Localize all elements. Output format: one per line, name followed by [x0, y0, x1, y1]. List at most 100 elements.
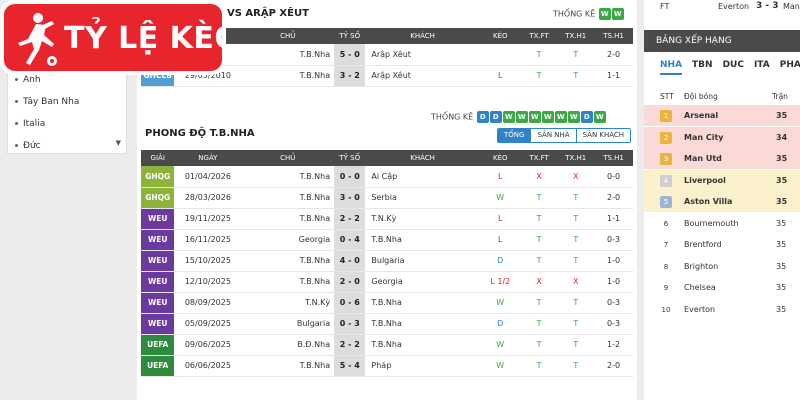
away-team[interactable]: T.B.Nha	[365, 292, 480, 314]
home-team[interactable]: T.B.Nha	[241, 271, 335, 293]
match-score[interactable]: 3 - 2	[334, 65, 366, 87]
home-team[interactable]: T.N.Kỳ	[241, 292, 335, 314]
match-score[interactable]: 0 - 6	[334, 292, 366, 314]
halftime-score: 1-0	[594, 271, 633, 293]
match-row[interactable]: WEU 16/11/2025 Georgia 0 - 4 T.B.Nha L T T 0-3	[141, 229, 633, 251]
team-name[interactable]: Brentford	[684, 234, 722, 255]
standings-row[interactable]: 7 Brentford 35	[644, 234, 800, 255]
recent-match[interactable]: FT Everton 3 - 3 Man	[644, 0, 800, 14]
away-team[interactable]: Ai Cập	[365, 166, 480, 188]
column-header: TX.H1	[557, 28, 595, 44]
team-name[interactable]: Aston Villa	[684, 191, 732, 212]
tab-league-tbn[interactable]: TBN	[692, 60, 713, 75]
team-name[interactable]: Liverpool	[684, 170, 726, 191]
standings-row[interactable]: 3 Man Utd 35	[644, 148, 800, 169]
home-team[interactable]: T.B.Nha	[241, 208, 335, 230]
team-name[interactable]: Man City	[684, 127, 724, 148]
match-score[interactable]: 5 - 0	[334, 44, 366, 66]
column-header: CHỦ	[241, 150, 335, 166]
away-team[interactable]: T.B.Nha	[365, 313, 480, 335]
match-row[interactable]: WEU 12/10/2025 T.B.Nha 2 - 0 Georgia L 1/2 X X 1…	[141, 271, 633, 293]
home-team[interactable]: T.B.Nha	[241, 187, 335, 209]
away-team[interactable]: Serbia	[365, 187, 480, 209]
home-team[interactable]: T.B.Nha	[241, 355, 335, 377]
league-badge[interactable]: UEFA	[141, 334, 175, 356]
league-badge[interactable]: GHQG	[141, 166, 175, 188]
league-badge[interactable]: WEU	[141, 250, 175, 272]
result-badge: W	[593, 111, 606, 123]
match-score[interactable]: 0 - 0	[334, 166, 366, 188]
standings-row[interactable]: 10 Everton 35	[644, 298, 800, 320]
position-badge: 6	[663, 219, 669, 228]
away-team[interactable]: Bulgaria	[365, 250, 480, 272]
away-team[interactable]: Arập Xêut	[365, 65, 480, 87]
scroll-down-icon[interactable]: ▼	[116, 139, 121, 147]
league-badge[interactable]: UEFA	[141, 355, 175, 377]
standings-row[interactable]: 6 Bournemouth 35	[644, 212, 800, 234]
tab-league-ita[interactable]: ITA	[754, 60, 770, 75]
standings-row[interactable]: 5 Aston Villa 35	[644, 191, 800, 212]
match-row[interactable]: WEU 19/11/2025 T.B.Nha 2 - 2 T.N.Kỳ L T T 1-1	[141, 208, 633, 230]
match-date: 08/09/2025	[174, 292, 242, 314]
away-team[interactable]: T.B.Nha	[365, 334, 480, 356]
match-row[interactable]: WEU 15/10/2025 T.B.Nha 4 - 0 Bulgaria D T T 1-0	[141, 250, 633, 272]
tab-league-pha[interactable]: PHA	[780, 60, 800, 75]
home-team[interactable]: Georgia	[241, 229, 335, 251]
league-badge[interactable]: WEU	[141, 271, 175, 293]
tab-total[interactable]: TỔNG	[498, 129, 531, 142]
team-name[interactable]: Arsenal	[684, 105, 718, 126]
home-team[interactable]: T.B.Nha	[241, 44, 335, 66]
match-score[interactable]: 5 - 4	[334, 355, 366, 377]
away-team[interactable]: T.N.Kỳ	[365, 208, 480, 230]
league-badge[interactable]: WEU	[141, 313, 175, 335]
team-name[interactable]: Chelsea	[684, 277, 716, 298]
match-row[interactable]: UEFA 06/06/2025 T.B.Nha 5 - 4 Pháp W T T 2-0	[141, 355, 633, 377]
match-date: 01/04/2026	[174, 166, 242, 188]
tab-league-nha[interactable]: NHA	[660, 60, 683, 75]
home-team[interactable]: T.B.Nha	[241, 65, 335, 87]
match-score[interactable]: 0 - 4	[334, 229, 366, 251]
league-badge[interactable]: WEU	[141, 229, 175, 251]
league-badge[interactable]: WEU	[141, 208, 175, 230]
match-row[interactable]: UEFA 09/06/2025 B.Đ.Nha 2 - 2 T.B.Nha W T T 1-2	[141, 334, 633, 356]
match-row[interactable]: GHQG 01/04/2026 T.B.Nha 0 - 0 Ai Cập L X X 0-0	[141, 166, 633, 188]
match-score[interactable]: 2 - 2	[334, 208, 366, 230]
match-score[interactable]: 2 - 0	[334, 271, 366, 293]
match-score[interactable]: 2 - 2	[334, 334, 366, 356]
match-row[interactable]: GHQG 28/03/2026 T.B.Nha 3 - 0 Serbia W T T 2-0	[141, 187, 633, 209]
home-team[interactable]: T.B.Nha	[241, 166, 335, 188]
match-score[interactable]: 4 - 0	[334, 250, 366, 272]
standings-row[interactable]: 2 Man City 34	[644, 126, 800, 148]
column-header: TX.FT	[520, 28, 558, 44]
tab-league-duc[interactable]: DUC	[723, 60, 744, 75]
match-score[interactable]: 0 - 3	[334, 313, 366, 335]
away-team[interactable]: Georgia	[365, 271, 480, 293]
match-row[interactable]: WEU 05/09/2025 Bulgaria 0 - 3 T.B.Nha D T T 0-3	[141, 313, 633, 335]
home-team[interactable]: Bulgaria	[241, 313, 335, 335]
league-menu-item[interactable]: Italia	[8, 113, 126, 135]
standings-row[interactable]: 4 Liverpool 35	[644, 169, 800, 191]
home-team[interactable]: B.Đ.Nha	[241, 334, 335, 356]
handicap-result: L	[479, 65, 521, 87]
match-score[interactable]: 3 - 0	[334, 187, 366, 209]
league-badge[interactable]: GHQG	[141, 187, 175, 209]
tab-away[interactable]: SÂN KHÁCH	[575, 129, 631, 142]
home-team[interactable]: T.B.Nha	[241, 250, 335, 272]
away-team[interactable]: T.B.Nha	[365, 229, 480, 251]
team-name[interactable]: Bournemouth	[684, 213, 739, 234]
standings-row[interactable]: 8 Brighton 35	[644, 255, 800, 277]
site-logo[interactable]: TỶ LỆ KÈO	[0, 0, 226, 75]
league-menu-item[interactable]: Tây Ban Nha	[8, 91, 126, 113]
standings-row[interactable]: 1 Arsenal 35	[644, 105, 800, 126]
away-team[interactable]: Arập Xêut	[365, 44, 480, 66]
standings-row[interactable]: 9 Chelsea 35	[644, 277, 800, 298]
match-row[interactable]: WEU 08/09/2025 T.N.Kỳ 0 - 6 T.B.Nha W T T 0-3	[141, 292, 633, 314]
team-name[interactable]: Man Utd	[684, 148, 722, 169]
tab-home[interactable]: SÂN NHÀ	[530, 129, 576, 142]
overunder-h1: T	[557, 229, 595, 251]
league-badge[interactable]: WEU	[141, 292, 175, 314]
league-menu-item[interactable]: Đức	[8, 135, 126, 153]
team-name[interactable]: Brighton	[684, 256, 718, 277]
team-name[interactable]: Everton	[684, 299, 715, 320]
away-team[interactable]: Pháp	[365, 355, 480, 377]
